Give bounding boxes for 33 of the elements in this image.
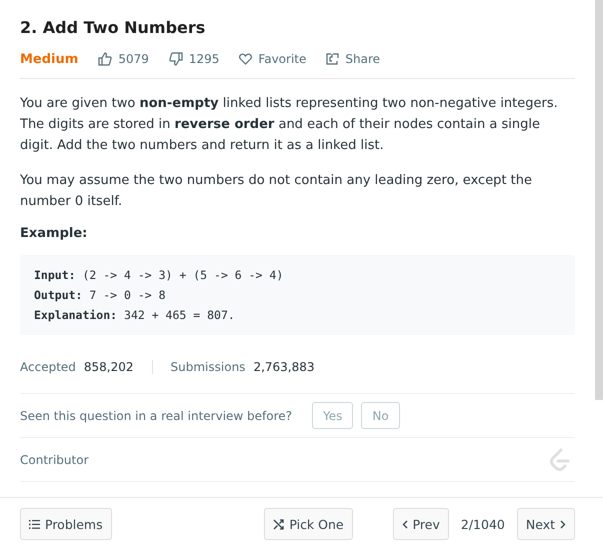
shuffle-icon [273,518,284,530]
submissions-count: 2,763,883 [253,360,315,374]
chevron-left-icon [402,520,408,528]
code-line: Output: 7 -> 0 -> 8 [34,286,167,304]
thumbs-down-icon [168,52,183,66]
list-icon [29,520,40,528]
dislike-button[interactable]: 1295 [168,52,220,66]
logo-icon [549,448,571,472]
interview-question: Seen this question in a real interview before? [20,408,292,422]
share-button[interactable]: Share [326,52,380,66]
code-line: Input: (2 -> 4 -> 3) + (5 -> 6 -> 4) [34,266,284,284]
page-position: 2/1040 [460,516,505,532]
example-heading: Example: [20,226,88,241]
favorite-button[interactable]: Favorite [239,52,306,66]
contributor-label: Contributor [20,452,89,466]
code-line: Explanation: 342 + 465 = 807. [34,306,236,324]
chevron-right-icon [560,520,566,528]
description-paragraph: You may assume the two numbers do not contain any leading zero, except the number 0 itself. [20,172,534,211]
prev-button[interactable]: Prev [392,508,449,540]
problems-button[interactable]: Problems [20,508,112,540]
scrollbar[interactable] [595,0,603,400]
share-icon [326,53,340,65]
thumbs-up-icon [98,52,112,66]
next-button[interactable]: Next [516,508,575,540]
difficulty-label: Medium [20,52,78,66]
pick-one-button[interactable]: Pick One [264,508,353,540]
heart-icon [239,53,252,65]
description-paragraph: You are given two non-empty linked lists representing two non-negative integers. The digits are stored in reverse order and each of their nodes contain a single digit. Add the two numbers and return it as a linked list. [20,95,559,155]
submissions-label: Submissions [170,360,246,374]
like-button[interactable]: 5079 [98,52,149,66]
accepted-label: Accepted [20,360,76,374]
accepted-count: 858,202 [84,360,134,374]
problem-title: 2. Add Two Numbers [20,17,206,39]
